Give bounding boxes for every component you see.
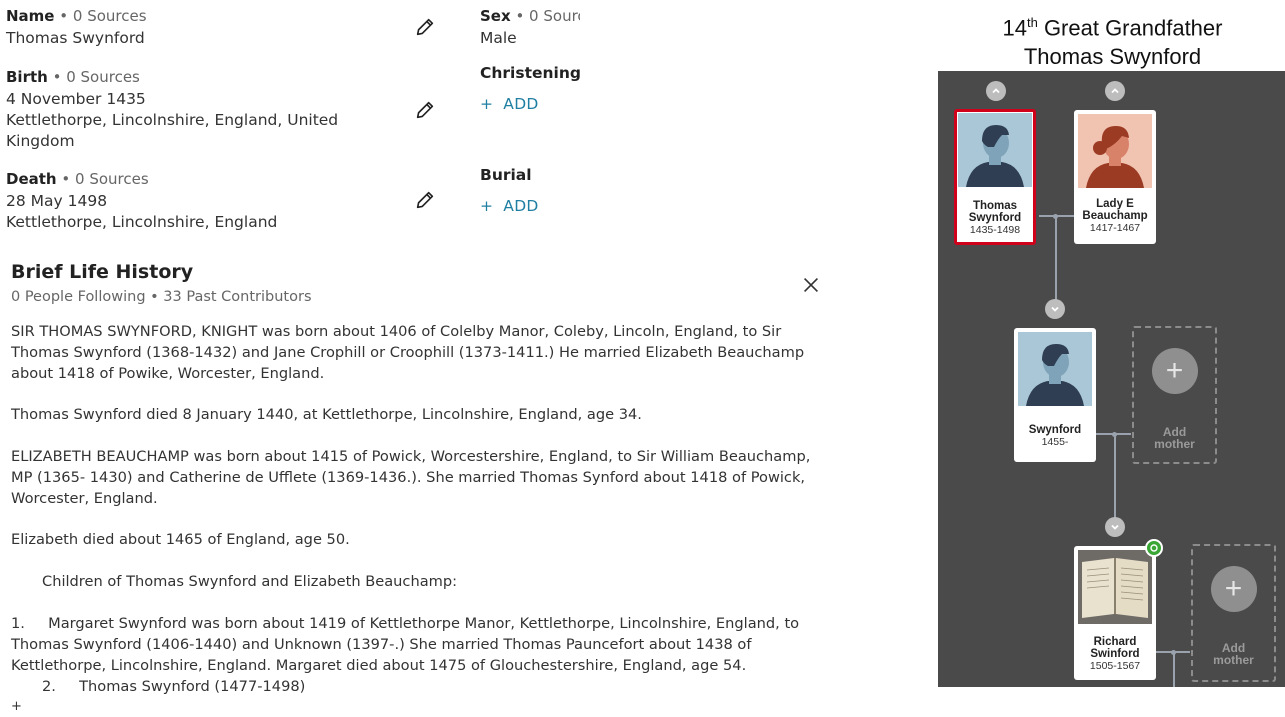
male-avatar-icon [958,113,1032,187]
christening-add-button[interactable]: + ADD [480,95,539,113]
death-label: Death [6,170,57,188]
christening-add-label: ADD [503,95,539,113]
edit-birth-pencil-icon[interactable] [414,99,436,121]
document-photo-icon [1078,550,1152,624]
female-avatar-icon [1078,114,1152,188]
sex-label-row: Sex • 0 Sourc [480,6,580,27]
add-mother-button[interactable]: + Add mother [1191,544,1276,682]
person-card-richard-swinford[interactable]: Richard Swinford 1505-1567 [1074,546,1156,680]
death-date: 28 May 1498 [6,192,108,210]
plus-icon: + [480,197,494,215]
male-avatar-icon [1018,332,1092,406]
person-last-name: Swinford [1090,648,1140,660]
descent-connector [1055,215,1057,300]
plus-icon: + [1151,348,1198,394]
person-lifespan: 1505-1567 [1089,660,1141,672]
relationship-title: 14th Great Grandfather [1002,15,1223,41]
person-first-name: Thomas [972,200,1018,212]
connector-dot [1112,432,1117,437]
history-paragraph: Elizabeth died about 1465 of England, ag… [11,531,350,548]
history-paragraph: 1. Margaret Swynford was born about 1419… [11,615,804,674]
burial-add-label: ADD [503,197,539,215]
person-lifespan: 1435-1498 [969,224,1021,236]
death-place: Kettlethorpe, Lincolnshire, England [6,213,278,231]
person-first-name: Richard [1093,636,1137,648]
edit-name-pencil-icon[interactable] [414,16,436,38]
person-last-name: Beauchamp [1082,210,1148,222]
add-mother-label: mother [1213,653,1254,667]
expand-parents-chevron-up-icon[interactable] [986,81,1006,101]
person-card-swynford[interactable]: Swynford 1455- [1014,328,1096,462]
record-hint-icon[interactable] [1145,539,1163,557]
family-tree-panel: Thomas Swynford 1435-1498 Lady E Beaucha… [938,71,1285,687]
name-sources: • 0 Sources [59,7,147,25]
add-mother-label: mother [1154,437,1195,451]
history-add-more[interactable]: + [11,696,826,717]
plus-icon: + [1210,566,1257,612]
history-subtitle: 0 People Following • 33 Past Contributor… [11,289,312,305]
person-first-name: Swynford [1028,424,1082,436]
birth-date: 4 November 1435 [6,90,146,108]
birth-label: Birth [6,68,48,86]
person-card-thomas-swynford[interactable]: Thomas Swynford 1435-1498 [954,109,1036,245]
birth-label-row: Birth • 0 Sources [6,67,140,88]
sex-label: Sex [480,7,511,25]
christening-label: Christening [480,64,581,82]
person-first-name: Lady E [1096,198,1134,210]
person-lifespan: 1455- [1041,436,1069,448]
chevron-down-icon[interactable] [1105,517,1125,537]
death-label-row: Death • 0 Sources [6,169,149,190]
tree-header: 14th Great Grandfather Thomas Swynford [940,8,1285,71]
sex-sources: • 0 Sourc [515,7,580,25]
plus-icon: + [480,95,494,113]
person-lifespan: 1417-1467 [1089,222,1141,234]
edit-death-pencil-icon[interactable] [414,189,436,211]
expand-parents-chevron-up-icon[interactable] [1105,81,1125,101]
add-mother-button[interactable]: + Add mother [1132,326,1217,464]
chevron-down-icon[interactable] [1045,299,1065,319]
close-icon[interactable] [800,274,822,296]
burial-add-button[interactable]: + ADD [480,197,539,215]
history-paragraph: 2. Thomas Swynford (1477-1498) [42,678,306,695]
descent-connector [1173,651,1175,687]
history-title: Brief Life History [11,261,194,283]
relationship-person-name: Thomas Swynford [1023,44,1202,70]
sex-value: Male [480,29,517,47]
connector-dot [1053,214,1058,219]
birth-sources: • 0 Sources [52,68,140,86]
name-value: Thomas Swynford [6,29,145,47]
descent-connector [1114,433,1116,518]
birth-place: Kettlethorpe, Lincolnshire, England, Uni… [6,111,339,150]
person-last-name: Swynford [968,212,1022,224]
name-label: Name [6,7,55,25]
history-paragraph: SIR THOMAS SWYNFORD, KNIGHT was born abo… [11,323,805,382]
death-sources: • 0 Sources [61,170,149,188]
history-paragraph: ELIZABETH BEAUCHAMP was born about 1415 … [11,448,811,507]
history-paragraph: Thomas Swynford died 8 January 1440, at … [11,406,642,423]
name-label-row: Name • 0 Sources [6,6,147,27]
burial-label: Burial [480,166,532,184]
history-paragraph: Children of Thomas Swynford and Elizabet… [42,573,458,590]
person-card-lady-e-beauchamp[interactable]: Lady E Beauchamp 1417-1467 [1074,110,1156,244]
